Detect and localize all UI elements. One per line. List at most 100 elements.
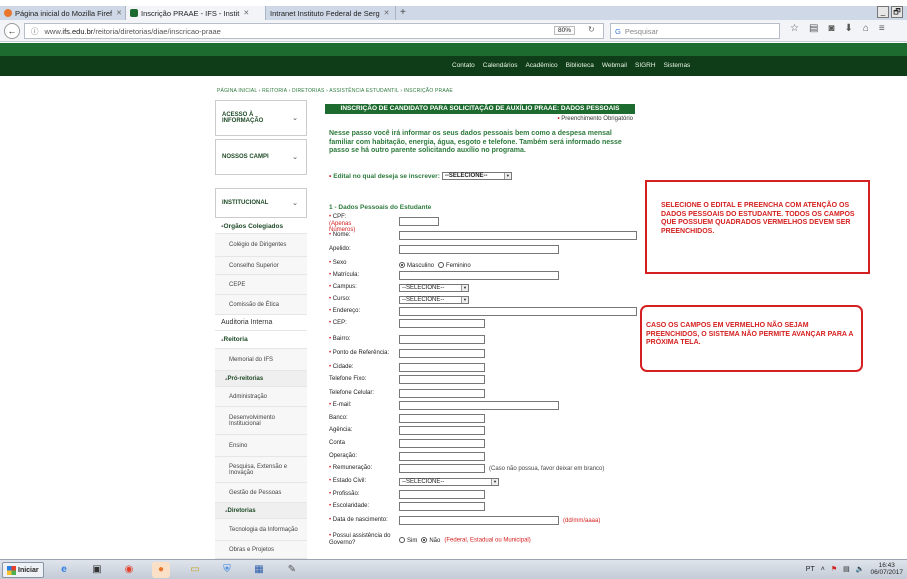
text-input[interactable] bbox=[399, 231, 637, 240]
sidebar-item[interactable]: Ensino bbox=[215, 435, 307, 457]
text-input[interactable] bbox=[399, 363, 485, 372]
radio-button[interactable] bbox=[399, 262, 405, 268]
text-input[interactable] bbox=[399, 414, 485, 423]
sidebar-item[interactable]: ▴ Pró-reitorias bbox=[215, 371, 307, 387]
radio-button[interactable] bbox=[399, 537, 405, 543]
text-input[interactable] bbox=[399, 307, 637, 316]
security-shield-icon[interactable]: ⛨ bbox=[218, 562, 236, 578]
back-button[interactable]: ← bbox=[4, 23, 20, 39]
home-icon[interactable]: ⌂ bbox=[863, 23, 869, 34]
radio-button[interactable] bbox=[438, 262, 445, 268]
menu-link-sigrh[interactable]: SIGRH bbox=[635, 62, 656, 69]
file-explorer-icon[interactable]: ▭ bbox=[186, 562, 204, 578]
language-indicator[interactable]: PT bbox=[806, 566, 815, 573]
word-document-icon[interactable]: ▦ bbox=[250, 562, 268, 578]
internet-explorer-icon[interactable]: e bbox=[55, 562, 73, 578]
search-input[interactable]: G Pesquisar bbox=[610, 23, 780, 39]
edital-select[interactable]: --SELECIONE-- ▼ bbox=[441, 172, 512, 180]
sidebar-item[interactable]: Memorial do IFS bbox=[215, 349, 307, 371]
radio-label: Feminino bbox=[446, 262, 471, 269]
sidebar-head-label: INSTITUCIONAL bbox=[222, 200, 269, 206]
tray-expand-icon[interactable]: ˄ bbox=[821, 566, 825, 573]
text-input[interactable] bbox=[399, 245, 559, 254]
firefox-taskbar-icon[interactable]: ● bbox=[152, 562, 170, 578]
sidebar-item-label: Desenvolvimento Institucional bbox=[229, 414, 276, 427]
sidebar-head-institucional[interactable]: INSTITUCIONAL ⌄ bbox=[215, 188, 307, 218]
close-tab-icon[interactable]: ✕ bbox=[116, 9, 122, 17]
text-input[interactable] bbox=[399, 335, 485, 344]
field-label: • Curso: bbox=[329, 296, 395, 303]
sidebar-item-label: Pró-reitorias bbox=[227, 375, 264, 382]
sidebar-item[interactable]: Desenvolvimento Institucional bbox=[215, 407, 307, 435]
sidebar-item[interactable]: CEPE bbox=[215, 275, 307, 295]
sidebar-item[interactable]: Obras e Projetos bbox=[215, 541, 307, 559]
sidebar-item[interactable]: Auditoria Interna bbox=[215, 315, 307, 331]
text-input[interactable] bbox=[399, 389, 485, 398]
text-input[interactable] bbox=[399, 375, 485, 384]
pocket-icon[interactable]: ◙ bbox=[828, 23, 834, 34]
sidebar-item[interactable]: Colégio de Dirigentes bbox=[215, 234, 307, 257]
address-bar[interactable]: ⓘ www. ifs.edu.br/reitoria/diretorias/dia… bbox=[24, 23, 604, 39]
minimize-button[interactable]: _ bbox=[877, 6, 889, 18]
menu-link-sistemas[interactable]: Sistemas bbox=[664, 62, 691, 69]
restore-button[interactable]: 🗗 bbox=[891, 6, 903, 18]
menu-icon[interactable]: ≡ bbox=[879, 23, 885, 34]
sidebar-item[interactable]: Gestão de Pessoas bbox=[215, 483, 307, 503]
close-tab-icon[interactable]: ✕ bbox=[384, 9, 390, 17]
start-label: Iniciar bbox=[18, 566, 39, 574]
select-dropdown[interactable]: --SELECIONE-- ▼ bbox=[399, 478, 499, 486]
select-dropdown[interactable]: --SELECIONE-- ▼ bbox=[399, 296, 469, 304]
text-input[interactable] bbox=[399, 217, 439, 226]
menu-link-calendarios[interactable]: Calendários bbox=[483, 62, 518, 69]
tab-mozilla-home[interactable]: Página inicial do Mozilla Firef ✕ bbox=[0, 6, 126, 20]
info-icon[interactable]: ⓘ bbox=[31, 26, 39, 37]
reload-icon[interactable]: ↻ bbox=[588, 25, 595, 34]
breadcrumb[interactable]: PÁGINA INICIAL › REITORIA › DIRETORIAS ›… bbox=[217, 88, 453, 94]
sidebar-head-campi[interactable]: NOSSOS CAMPI ⌄ bbox=[215, 139, 307, 175]
sidebar-item[interactable]: Administração bbox=[215, 387, 307, 407]
flag-notification-icon[interactable]: ⚑ bbox=[831, 565, 837, 573]
menu-link-contato[interactable]: Contato bbox=[452, 62, 475, 69]
sidebar-item[interactable]: ▴ Diretorias bbox=[215, 503, 307, 519]
tab-inscricao-praae[interactable]: Inscrição PRAAE - IFS - Instit ✕ bbox=[126, 6, 266, 20]
sidebar-item[interactable]: Tecnologia da Informação bbox=[215, 519, 307, 541]
text-input[interactable] bbox=[399, 349, 485, 358]
sidebar-item[interactable]: Conselho Superior bbox=[215, 257, 307, 275]
sidebar-item[interactable]: Pesquisa, Extensão e Inovação bbox=[215, 457, 307, 483]
chevron-down-icon: ⌄ bbox=[292, 115, 298, 122]
media-player-icon[interactable]: ▣ bbox=[88, 562, 106, 578]
start-button[interactable]: Iniciar bbox=[2, 562, 44, 578]
menu-link-webmail[interactable]: Webmail bbox=[602, 62, 627, 69]
tab-intranet-ifs[interactable]: Intranet Instituto Federal de Serg ✕ bbox=[266, 6, 396, 20]
text-input[interactable] bbox=[399, 319, 485, 328]
close-tab-icon[interactable]: ✕ bbox=[243, 9, 249, 17]
text-input[interactable] bbox=[399, 439, 485, 448]
zoom-level[interactable]: 80% bbox=[554, 26, 576, 35]
menu-link-academico[interactable]: Acadêmico bbox=[525, 62, 557, 69]
network-icon[interactable]: ▤ bbox=[843, 565, 850, 573]
text-input[interactable] bbox=[399, 516, 559, 525]
paint-icon[interactable]: ✎ bbox=[283, 562, 301, 578]
radio-button[interactable] bbox=[421, 537, 428, 543]
text-input[interactable] bbox=[399, 426, 485, 435]
sidebar-item[interactable]: ▴ Orgãos Colegiados bbox=[215, 219, 307, 234]
text-input[interactable] bbox=[399, 271, 559, 280]
reading-list-icon[interactable]: ▤ bbox=[809, 23, 818, 34]
sidebar-item[interactable]: ▴ Reitoria bbox=[215, 331, 307, 349]
menu-link-biblioteca[interactable]: Biblioteca bbox=[566, 62, 594, 69]
new-tab-button[interactable]: + bbox=[400, 6, 406, 20]
field-label: • Remuneração: bbox=[329, 465, 395, 472]
text-input[interactable] bbox=[399, 502, 485, 511]
select-dropdown[interactable]: --SELECIONE-- ▼ bbox=[399, 284, 469, 292]
sidebar-head-acesso[interactable]: ACESSO À INFORMAÇÃO ⌄ bbox=[215, 100, 307, 136]
bookmark-star-icon[interactable]: ☆ bbox=[790, 23, 799, 34]
text-input[interactable] bbox=[399, 464, 485, 473]
chrome-icon[interactable]: ◉ bbox=[120, 562, 138, 578]
text-input[interactable] bbox=[399, 401, 559, 410]
text-input[interactable] bbox=[399, 452, 485, 461]
volume-icon[interactable]: 🔈 bbox=[856, 565, 865, 573]
sidebar-item[interactable]: Comissão de Ética bbox=[215, 295, 307, 315]
text-input[interactable] bbox=[399, 490, 485, 499]
clock[interactable]: 16:43 06/07/2017 bbox=[870, 562, 903, 576]
download-icon[interactable]: ⬇ bbox=[844, 23, 852, 34]
